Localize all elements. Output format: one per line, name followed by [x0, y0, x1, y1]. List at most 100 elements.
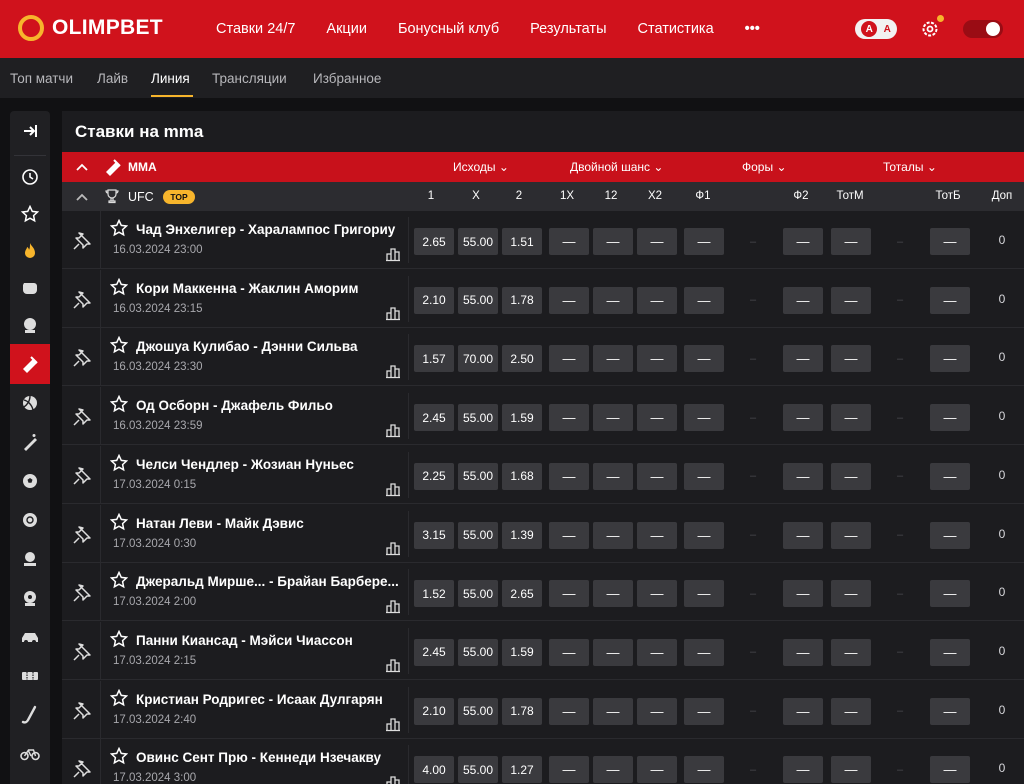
odd-f2[interactable]: — [783, 345, 823, 373]
extra-markets-count[interactable]: 0 [987, 468, 1017, 482]
star-icon[interactable] [10, 194, 50, 234]
odd-x[interactable]: 55.00 [458, 756, 498, 784]
favorite-star-icon[interactable] [110, 747, 128, 765]
odd-totm[interactable]: — [831, 404, 871, 432]
odd-12[interactable]: — [593, 697, 633, 725]
odd-f1[interactable]: — [684, 345, 724, 373]
odd-12[interactable]: — [593, 462, 633, 490]
match-name[interactable]: Од Осборн - Джафель Фильо [136, 398, 333, 413]
odd-1x[interactable]: — [549, 228, 589, 255]
favorite-star-icon[interactable] [110, 336, 128, 354]
sport-header[interactable]: ММА Исходы ⌄ Двойной шанс ⌄ Форы ⌄ Тотал… [62, 152, 1024, 182]
odd-x2[interactable]: — [637, 580, 677, 608]
odd-f2[interactable]: — [783, 404, 823, 432]
odd-1x[interactable]: — [549, 638, 589, 666]
odd-totm[interactable]: — [831, 580, 871, 608]
odd-totb[interactable]: — [930, 638, 970, 666]
odd-totm[interactable]: — [831, 462, 871, 490]
odd-f1[interactable]: — [684, 521, 724, 549]
nav-statistics[interactable]: Статистика [638, 21, 714, 37]
odd-x[interactable]: 55.00 [458, 228, 498, 255]
group-handicaps[interactable]: Форы ⌄ [742, 160, 787, 174]
odd-x2[interactable]: — [637, 345, 677, 373]
nav-results[interactable]: Результаты [530, 21, 606, 37]
odd-f1[interactable]: — [684, 404, 724, 432]
odd-f2[interactable]: — [783, 580, 823, 608]
odd-f1[interactable]: — [684, 580, 724, 608]
odd-x2[interactable]: — [637, 697, 677, 725]
odd-f2[interactable]: — [783, 521, 823, 549]
fire-icon[interactable] [10, 231, 50, 271]
car-icon[interactable] [10, 617, 50, 657]
odd-x2[interactable]: — [637, 521, 677, 549]
odd-x2[interactable]: — [637, 228, 677, 255]
favorite-star-icon[interactable] [110, 571, 128, 589]
match-name[interactable]: Джеральд Мирше... - Брайан Барбере... [136, 574, 399, 589]
match-name[interactable]: Чад Энхелигер - Харалампос Григориу [136, 222, 395, 237]
odd-12[interactable]: — [593, 756, 633, 784]
match-row[interactable]: Кори Маккенна - Жаклин Аморим 16.03.2024 … [62, 269, 1024, 328]
odd-1x[interactable]: — [549, 286, 589, 314]
odd-2[interactable]: 1.39 [502, 521, 542, 549]
odd-2[interactable]: 1.78 [502, 697, 542, 725]
odd-f2[interactable]: — [783, 462, 823, 490]
nav-promotions[interactable]: Акции [326, 21, 367, 37]
odd-f1[interactable]: — [684, 286, 724, 314]
odd-x2[interactable]: — [637, 286, 677, 314]
glove-icon[interactable] [10, 268, 50, 308]
odd-1[interactable]: 2.10 [414, 697, 454, 725]
favorite-star-icon[interactable] [110, 277, 128, 296]
odd-x2[interactable]: — [637, 638, 677, 666]
statistics-icon[interactable] [385, 774, 401, 784]
odd-x[interactable]: 70.00 [458, 345, 498, 373]
odd-2[interactable]: 1.59 [502, 404, 542, 432]
odd-totm[interactable]: — [831, 756, 871, 784]
odd-x[interactable]: 55.00 [458, 404, 498, 432]
cricket-icon[interactable] [10, 422, 50, 462]
statistics-icon[interactable] [385, 657, 401, 673]
favorite-star-icon[interactable] [110, 395, 128, 413]
match-name[interactable]: Джошуа Кулибао - Дэнни Сильва [136, 339, 357, 354]
clock-icon[interactable] [10, 157, 50, 197]
odd-f2[interactable]: — [783, 638, 823, 666]
lang-option-a[interactable]: A [861, 21, 878, 37]
odd-1x[interactable]: — [549, 580, 589, 608]
match-row[interactable]: Кристиан Родригес - Исаак Дулгарян 17.03.… [62, 680, 1024, 739]
odd-x2[interactable]: — [637, 462, 677, 490]
pin-icon[interactable] [70, 699, 94, 723]
odd-1[interactable]: 2.45 [414, 404, 454, 432]
match-row[interactable]: Чад Энхелигер - Харалампос Григориу 16.03… [62, 211, 1024, 269]
pin-icon[interactable] [70, 581, 94, 605]
odd-totb[interactable]: — [930, 228, 970, 255]
pin-icon[interactable] [70, 229, 94, 253]
odd-f1[interactable]: — [684, 756, 724, 784]
odd-totm[interactable]: — [831, 521, 871, 549]
odd-f1[interactable]: — [684, 228, 724, 255]
match-name[interactable]: Панни Киансад - Мэйси Чиассон [136, 633, 353, 648]
odd-x[interactable]: 55.00 [458, 521, 498, 549]
favorite-star-icon[interactable] [110, 453, 128, 472]
odd-1x[interactable]: — [549, 697, 589, 725]
odd-totb[interactable]: — [930, 697, 970, 725]
odd-1x[interactable]: — [549, 404, 589, 432]
league-header[interactable]: UFC TOP 1 X 2 1X 12 X2 Ф1 Ф2 ТотМ ТотБ Д… [62, 182, 1024, 211]
odd-totm[interactable]: — [831, 286, 871, 314]
group-double-chance[interactable]: Двойной шанс ⌄ [570, 160, 663, 174]
settings-gear-icon[interactable] [920, 15, 944, 39]
language-switcher[interactable]: A A [855, 19, 897, 39]
odd-1x[interactable]: — [549, 521, 589, 549]
basketball-icon[interactable] [10, 500, 50, 540]
extra-markets-count[interactable]: 0 [987, 409, 1017, 423]
odd-2[interactable]: 1.27 [502, 756, 542, 784]
tab-live[interactable]: Лайв [97, 71, 128, 86]
favorite-star-icon[interactable] [110, 512, 128, 531]
match-row[interactable]: Челси Чендлер - Жозиан Нуньес 17.03.2024 … [62, 445, 1024, 504]
extra-markets-count[interactable]: 0 [987, 527, 1017, 541]
statistics-icon[interactable] [385, 246, 401, 262]
extra-markets-count[interactable]: 0 [987, 233, 1017, 247]
extra-markets-count[interactable]: 0 [987, 350, 1017, 364]
statistics-icon[interactable] [385, 716, 401, 732]
match-row[interactable]: Овинс Сент Прю - Кеннеди Нзечакву 17.03.2… [62, 739, 1024, 784]
odd-f2[interactable]: — [783, 228, 823, 255]
nav-more[interactable]: ••• [745, 21, 760, 37]
